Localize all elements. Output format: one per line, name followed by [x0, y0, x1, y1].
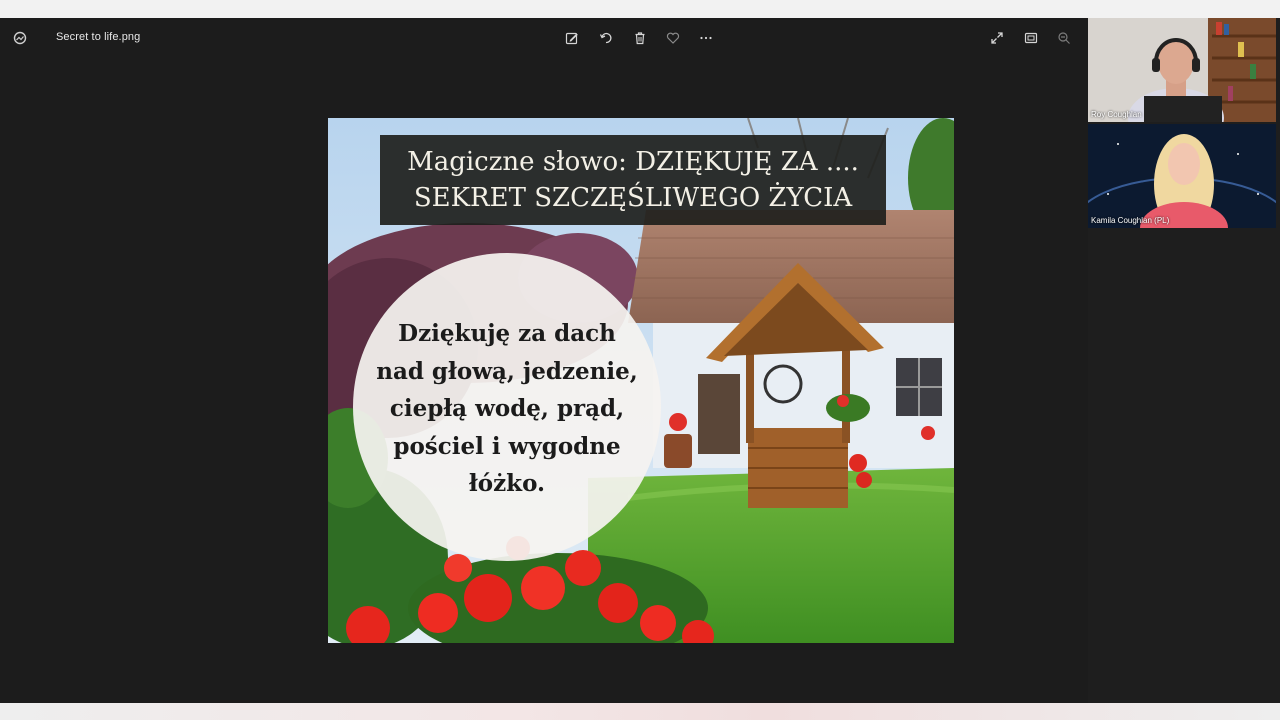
gratitude-line: Dziękuję za dach — [398, 320, 616, 348]
zoom-out-icon[interactable] — [1054, 28, 1074, 48]
edit-image-icon[interactable] — [562, 28, 582, 48]
gratitude-line: pościel i wygodne — [393, 432, 621, 460]
photos-app-icon[interactable] — [10, 28, 30, 48]
gratitude-line: nad głową, jedzenie, — [376, 357, 638, 385]
slide-title-line-1: Magiczne słowo: DZIĘKUJĘ ZA .... — [407, 147, 859, 177]
gratitude-line: ciepłą wodę, prąd, — [389, 395, 625, 423]
gratitude-circle: Dziękuję za dach nad głową, jedzenie, ci… — [353, 253, 661, 561]
slide-title-line-2: SEKRET SZCZĘŚLIWEGO ŻYCIA — [413, 183, 853, 213]
gratitude-text: Dziękuję za dach nad głową, jedzenie, ci… — [362, 311, 652, 503]
viewer-title-bar: Secret to life.png — [0, 18, 1088, 58]
bottom-desktop-strip — [0, 703, 1280, 720]
participant-video-kamila[interactable]: Kamila Coughlan (PL) — [1088, 124, 1276, 228]
participant-name: Roy Coughlan — [1091, 110, 1142, 119]
fullscreen-icon[interactable] — [987, 28, 1007, 48]
slide-title-box: Magiczne słowo: DZIĘKUJĘ ZA .... SEKRET … — [380, 135, 886, 225]
rotate-icon[interactable] — [596, 28, 616, 48]
participant-video-frame — [1088, 124, 1276, 228]
participant-video-roy[interactable]: Roy Coughlan — [1088, 18, 1276, 122]
gratitude-line: łóżko. — [468, 470, 546, 498]
slide-image: Magiczne słowo: DZIĘKUJĘ ZA .... SEKRET … — [328, 118, 954, 643]
more-icon[interactable] — [696, 28, 716, 48]
participant-name: Kamila Coughlan (PL) — [1091, 216, 1170, 225]
fit-window-icon[interactable] — [1021, 28, 1041, 48]
delete-icon[interactable] — [630, 28, 650, 48]
participant-video-frame — [1088, 18, 1276, 122]
favorite-icon[interactable] — [663, 28, 683, 48]
file-name: Secret to life.png — [56, 31, 141, 43]
